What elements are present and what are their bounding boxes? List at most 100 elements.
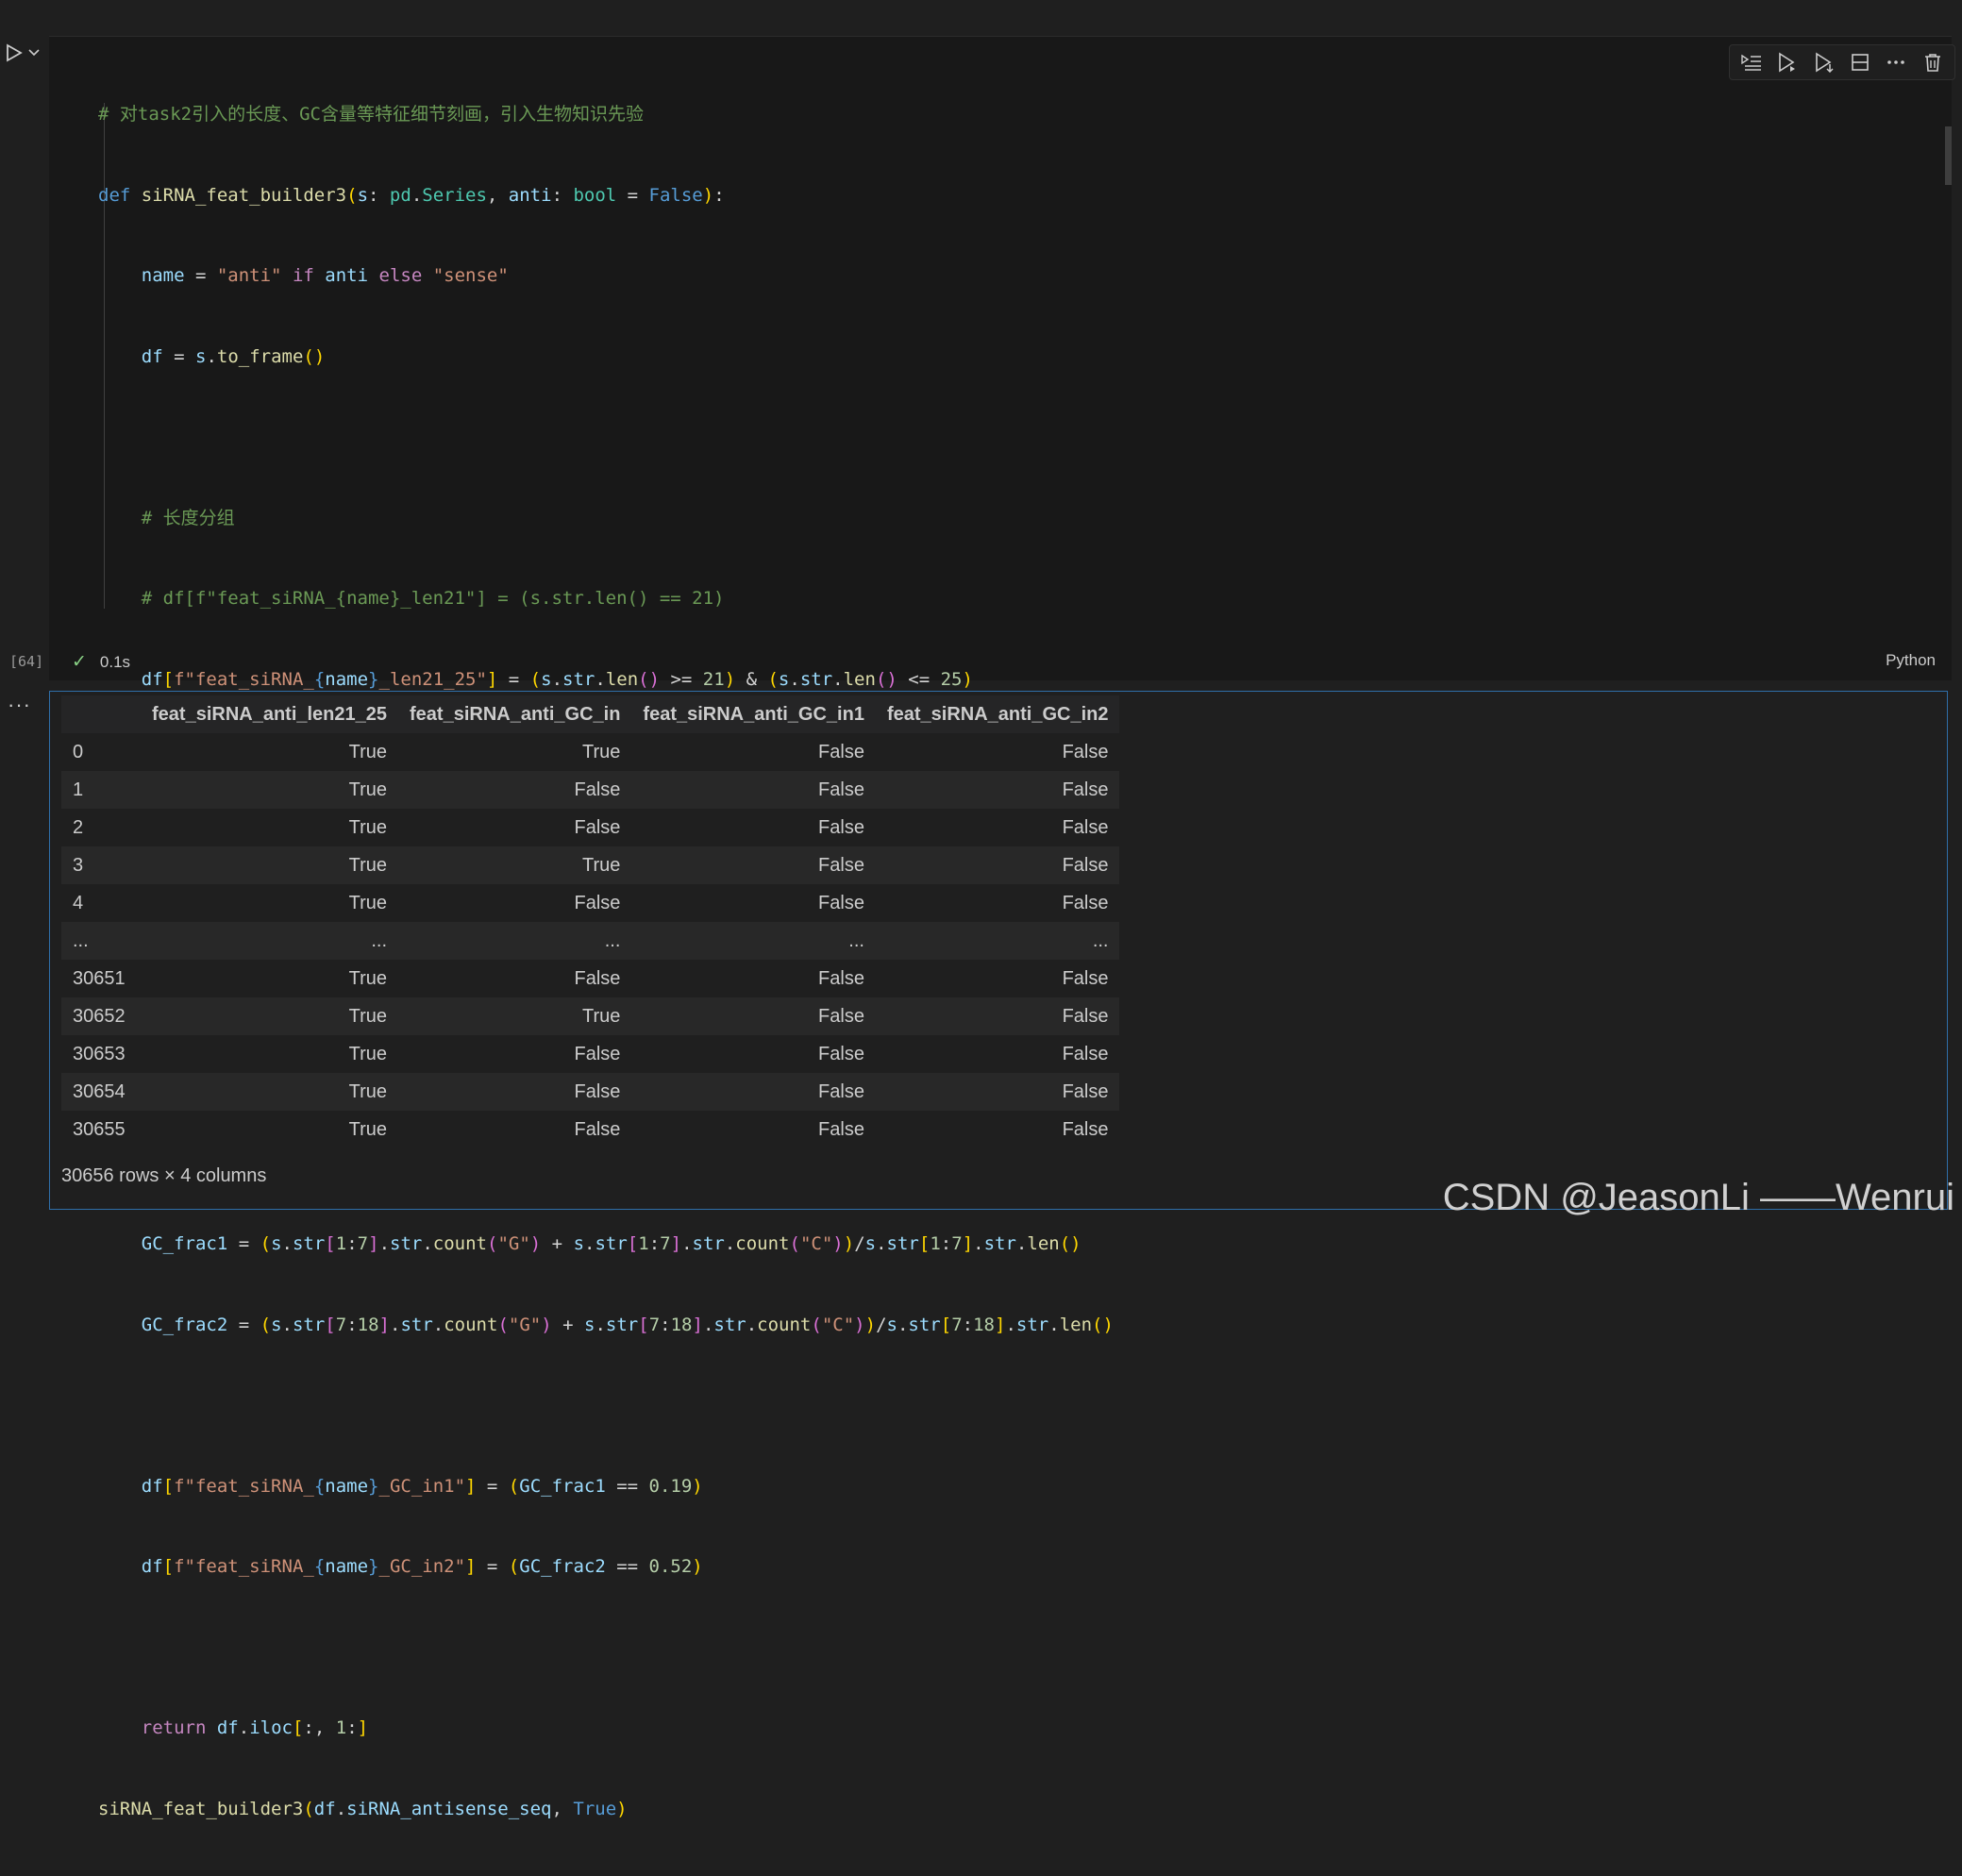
table-row: 30651 True False False False [61, 960, 1120, 997]
table-cell: False [875, 960, 1120, 997]
code-line: GC_frac2 = (s.str[7:18].str.count("G") +… [141, 1314, 1114, 1335]
row-index: 30652 [61, 997, 141, 1035]
code-line: # df[f"feat_siRNA_{name}_len21"] = (s.st… [141, 588, 725, 609]
row-index: 4 [61, 884, 141, 922]
table-cell: False [875, 733, 1120, 771]
column-header: feat_siRNA_anti_GC_in2 [875, 695, 1120, 733]
table-cell: True [398, 846, 632, 884]
table-cell: True [141, 960, 399, 997]
table-cell: False [631, 960, 876, 997]
column-header: feat_siRNA_anti_len21_25 [141, 695, 399, 733]
table-cell: True [141, 884, 399, 922]
execution-count: [64] [9, 653, 44, 670]
row-index: 2 [61, 809, 141, 846]
table-cell: True [141, 809, 399, 846]
table-cell: False [398, 809, 632, 846]
code-line: return df.iloc[:, 1:] [141, 1717, 369, 1738]
run-cell-icon[interactable] [1773, 48, 1802, 76]
table-cell: False [631, 771, 876, 809]
table-cell: ... [631, 922, 876, 960]
table-row: 30652 True True False False [61, 997, 1120, 1035]
table-cell: False [398, 1035, 632, 1073]
code-line: siRNA_feat_builder3(df.siRNA_antisense_s… [98, 1798, 628, 1819]
table-cell: False [631, 1035, 876, 1073]
row-index: 30653 [61, 1035, 141, 1073]
table-cell: True [141, 846, 399, 884]
table-cell: True [141, 1035, 399, 1073]
run-icon [7, 43, 23, 62]
table-cell: False [875, 1035, 1120, 1073]
row-index: 0 [61, 733, 141, 771]
table-row: 30654 True False False False [61, 1073, 1120, 1111]
row-index: 3 [61, 846, 141, 884]
table-row: 30655 True False False False [61, 1111, 1120, 1148]
table-cell: ... [398, 922, 632, 960]
table-cell: False [875, 1111, 1120, 1148]
table-cell: False [631, 884, 876, 922]
table-cell: False [875, 997, 1120, 1035]
chevron-down-icon[interactable] [28, 49, 40, 57]
cell-status: ✓ 0.1s [72, 651, 130, 673]
success-check-icon: ✓ [72, 652, 87, 672]
table-cell: False [631, 1111, 876, 1148]
code-line: df[f"feat_siRNA_{name}_len21_25"] = (s.s… [141, 668, 973, 690]
table-cell: False [398, 884, 632, 922]
row-index: 1 [61, 771, 141, 809]
run-below-icon[interactable] [1810, 48, 1838, 76]
row-index: 30654 [61, 1073, 141, 1111]
table-cell: False [875, 771, 1120, 809]
code-line: # 长度分组 [141, 507, 235, 528]
table-row: 2 True False False False [61, 809, 1120, 846]
table-cell: True [141, 1111, 399, 1148]
code-line: df = s.to_frame() [141, 345, 326, 367]
table-cell: ... [875, 922, 1120, 960]
cell-toolbar [1729, 44, 1955, 80]
editor-scrollbar[interactable] [1945, 126, 1952, 185]
table-cell: False [631, 809, 876, 846]
table-cell: False [398, 771, 632, 809]
cell-output: feat_siRNA_anti_len21_25 feat_siRNA_anti… [49, 691, 1948, 1210]
table-cell: False [875, 809, 1120, 846]
table-cell: False [875, 884, 1120, 922]
dataframe-shape: 30656 rows × 4 columns [61, 1165, 267, 1186]
column-header [61, 695, 141, 733]
code-line: name = "anti" if anti else "sense" [141, 265, 509, 286]
table-cell: True [141, 997, 399, 1035]
table-cell: ... [141, 922, 399, 960]
table-header-row: feat_siRNA_anti_len21_25 feat_siRNA_anti… [61, 695, 1120, 733]
execution-time: 0.1s [99, 652, 131, 671]
row-index: 30651 [61, 960, 141, 997]
table-cell: False [875, 1073, 1120, 1111]
execute-above-icon[interactable] [1737, 48, 1766, 76]
table-cell: False [631, 997, 876, 1035]
output-more-icon[interactable]: ··· [8, 693, 31, 717]
code-line: GC_frac1 = (s.str[1:7].str.count("G") + … [141, 1233, 1082, 1254]
code-line: # 对task2引入的长度、GC含量等特征细节刻画，引入生物知识先验 [98, 104, 644, 125]
run-cell-gutter-button[interactable] [6, 40, 43, 66]
table-cell: True [141, 771, 399, 809]
code-cell-editor[interactable]: # 对task2引入的长度、GC含量等特征细节刻画，引入生物知识先验 def s… [49, 36, 1955, 1819]
table-row: 0 True True False False [61, 733, 1120, 771]
table-cell: True [398, 997, 632, 1035]
column-header: feat_siRNA_anti_GC_in [398, 695, 632, 733]
table-row: ............... [61, 922, 1120, 960]
code-line: df[f"feat_siRNA_{name}_GC_in1"] = (GC_fr… [141, 1475, 703, 1497]
table-cell: False [398, 960, 632, 997]
split-cell-icon[interactable] [1846, 48, 1874, 76]
table-cell: False [631, 846, 876, 884]
table-cell: False [631, 1073, 876, 1111]
table-row: 4 True False False False [61, 884, 1120, 922]
table-row: 3 True True False False [61, 846, 1120, 884]
delete-icon[interactable] [1919, 48, 1947, 76]
dataframe-table: feat_siRNA_anti_len21_25 feat_siRNA_anti… [61, 695, 1120, 1148]
table-cell: True [141, 733, 399, 771]
table-cell: False [631, 733, 876, 771]
row-index: ... [61, 922, 141, 960]
more-icon[interactable] [1882, 48, 1910, 76]
column-header: feat_siRNA_anti_GC_in1 [631, 695, 876, 733]
code-line: def siRNA_feat_builder3(s: pd.Series, an… [98, 184, 725, 206]
language-picker[interactable]: Python [1886, 651, 1936, 670]
table-cell: True [141, 1073, 399, 1111]
